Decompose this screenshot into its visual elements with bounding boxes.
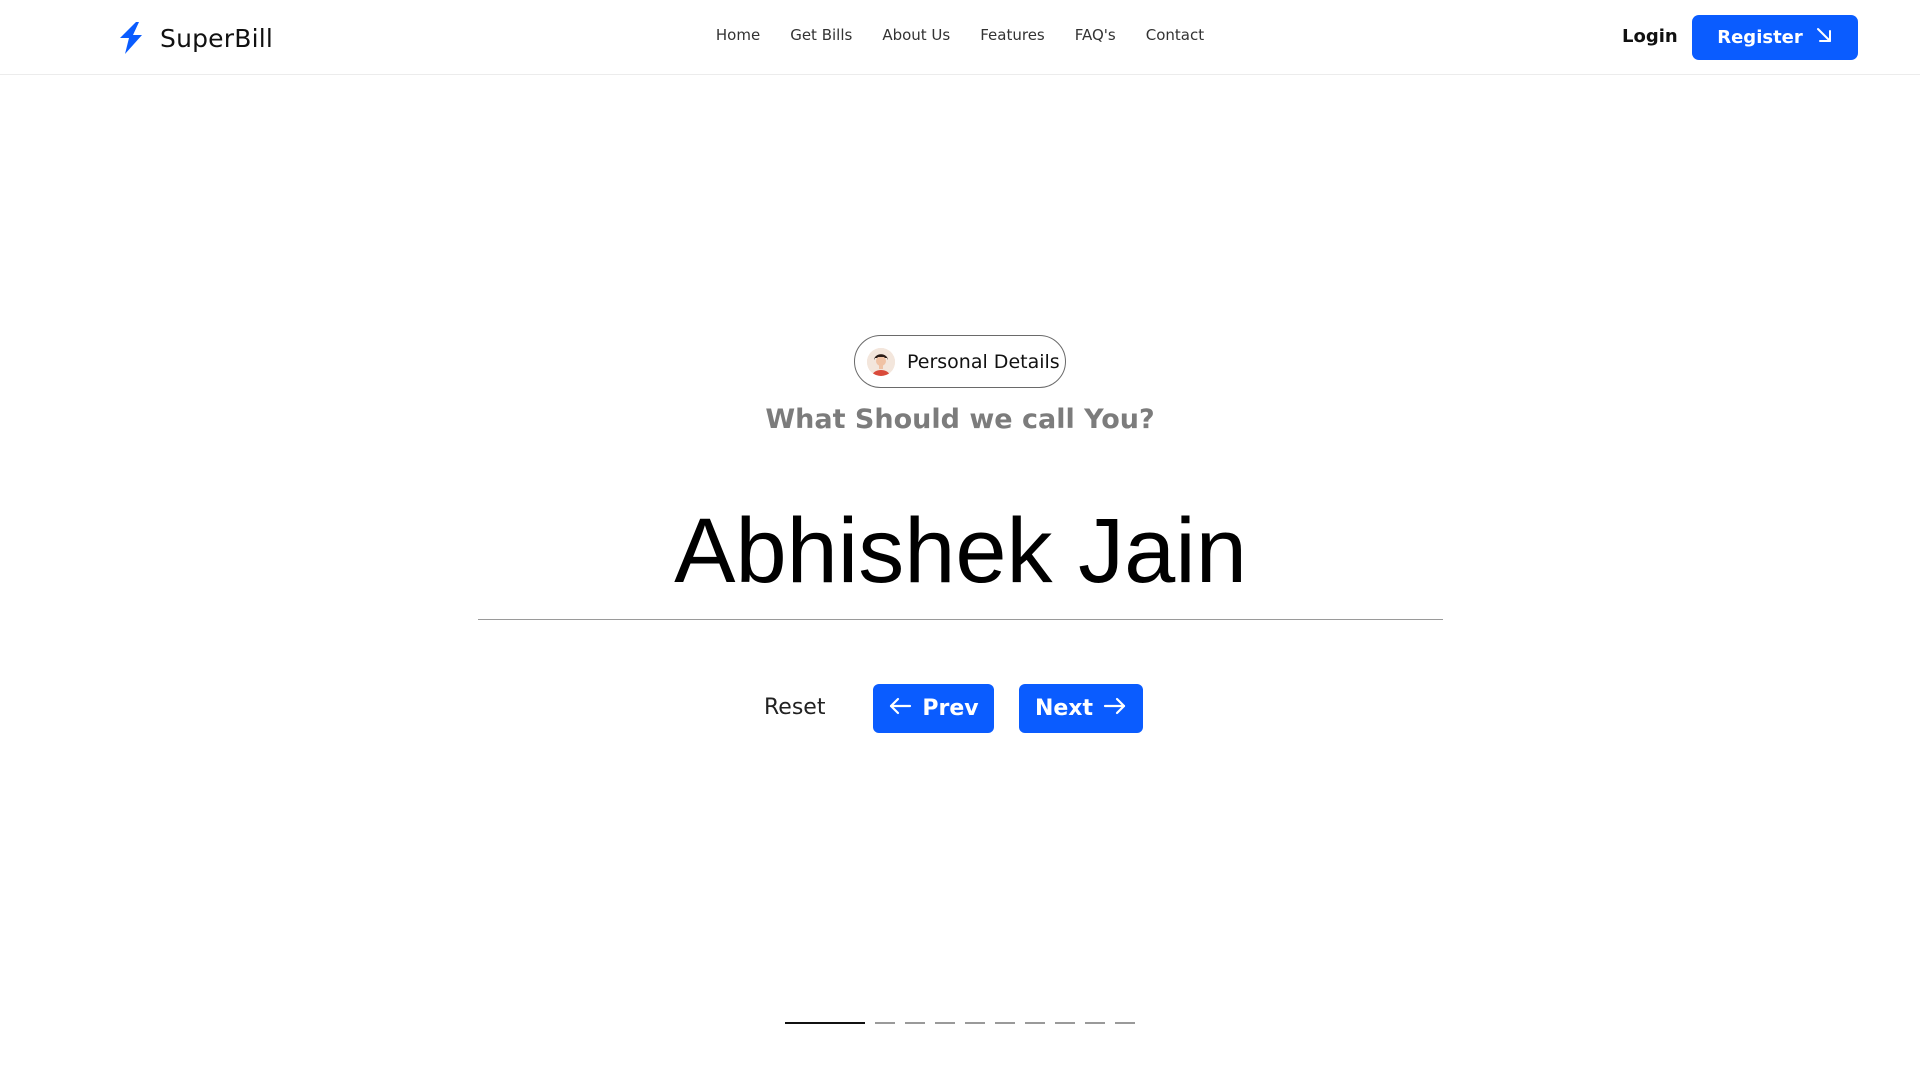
- name-input[interactable]: Abhishek Jain: [478, 505, 1443, 597]
- avatar: [867, 347, 895, 376]
- input-underline: [478, 619, 1443, 620]
- next-button[interactable]: Next: [1019, 684, 1143, 733]
- progress-step: [935, 1022, 955, 1024]
- question-text: What Should we call You?: [765, 404, 1155, 435]
- register-label: Register: [1717, 27, 1803, 48]
- next-label: Next: [1034, 696, 1094, 721]
- progress-step: [785, 1022, 865, 1024]
- arrow-down-right-icon: [1815, 26, 1833, 49]
- nav-features[interactable]: Features: [980, 26, 1045, 44]
- progress-step: [875, 1022, 895, 1024]
- nav-faqs[interactable]: FAQ's: [1075, 26, 1116, 44]
- step-progress: [785, 1022, 1135, 1024]
- progress-step: [995, 1022, 1015, 1024]
- progress-step: [905, 1022, 925, 1024]
- step-pill: Personal Details: [854, 335, 1066, 388]
- progress-step: [1025, 1022, 1045, 1024]
- step-title: Personal Details: [907, 350, 1060, 373]
- nav-contact[interactable]: Contact: [1146, 26, 1204, 44]
- progress-step: [1055, 1022, 1075, 1024]
- reset-button[interactable]: Reset: [764, 695, 825, 720]
- nav-home[interactable]: Home: [716, 26, 760, 44]
- register-button[interactable]: Register: [1692, 15, 1858, 60]
- progress-step: [965, 1022, 985, 1024]
- progress-step: [1085, 1022, 1105, 1024]
- nav-get-bills[interactable]: Get Bills: [790, 26, 852, 44]
- arrow-right-icon: [1103, 696, 1127, 722]
- prev-label: Prev: [922, 696, 979, 721]
- nav-about-us[interactable]: About Us: [882, 26, 950, 44]
- login-link[interactable]: Login: [1622, 26, 1678, 47]
- arrow-left-icon: [888, 696, 912, 722]
- progress-step: [1115, 1022, 1135, 1024]
- site-header: SuperBill Home Get Bills About Us Featur…: [0, 0, 1920, 75]
- prev-button[interactable]: Prev: [873, 684, 994, 733]
